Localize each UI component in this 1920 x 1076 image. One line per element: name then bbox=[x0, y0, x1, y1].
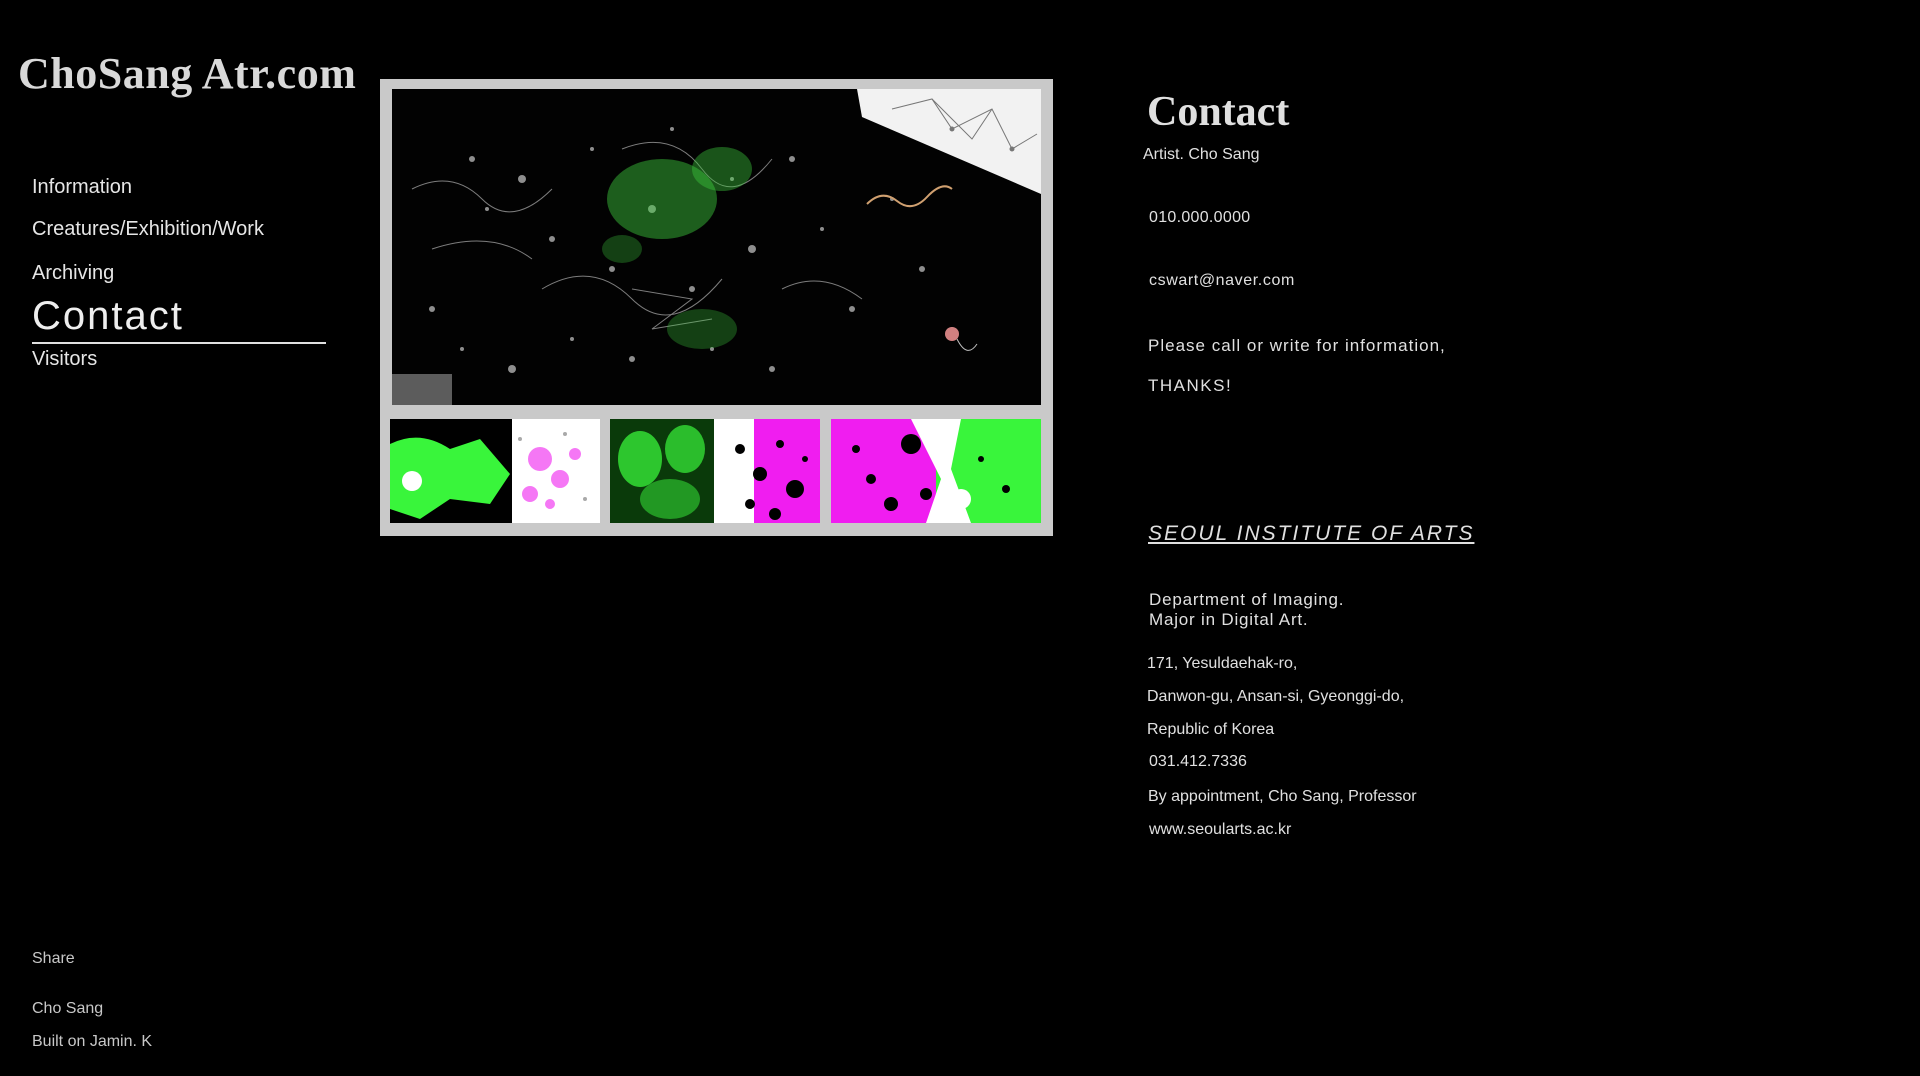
thumbnail-3[interactable] bbox=[831, 419, 1041, 523]
footer-credit-name: Cho Sang bbox=[32, 1000, 104, 1017]
appointment-text: By appointment, Cho Sang, Professor bbox=[1148, 788, 1417, 805]
major-text: Major in Digital Art. bbox=[1149, 610, 1309, 629]
share-link[interactable]: Share bbox=[32, 950, 75, 968]
site-title[interactable]: ChoSang Atr.com bbox=[18, 48, 356, 99]
nav-item-information[interactable]: Information bbox=[32, 175, 132, 199]
nav-item-creatures-exhibition-work[interactable]: Creatures/Exhibition/Work bbox=[32, 217, 264, 241]
page: ChoSang Atr.com Information Creatures/Ex… bbox=[0, 0, 1920, 1076]
department-text: Department of Imaging. bbox=[1149, 590, 1345, 609]
artwork-gallery bbox=[380, 79, 1053, 536]
footer-built-on: Built on Jamin. K bbox=[32, 1033, 153, 1050]
nav-item-archiving[interactable]: Archiving bbox=[32, 261, 114, 285]
nav-item-visitors[interactable]: Visitors bbox=[32, 347, 97, 371]
artist-name: Artist. Cho Sang bbox=[1143, 146, 1260, 163]
info-note: Please call or write for information, bbox=[1148, 336, 1446, 355]
email-link[interactable]: cswart@naver.com bbox=[1149, 272, 1295, 290]
thumbnail-3-graphic bbox=[831, 419, 1041, 523]
phone-number: 010.000.0000 bbox=[1149, 209, 1251, 226]
website-link[interactable]: www.seoularts.ac.kr bbox=[1149, 821, 1291, 839]
thumbnail-2[interactable] bbox=[610, 419, 820, 523]
thumbnail-2-graphic bbox=[610, 419, 820, 523]
main-artwork-image[interactable] bbox=[392, 89, 1041, 405]
thumbnail-1[interactable] bbox=[390, 419, 600, 523]
main-artwork-graphic bbox=[392, 89, 1041, 405]
address-line-2: Danwon-gu, Ansan-si, Gyeonggi-do, bbox=[1147, 688, 1405, 705]
address-line-1: 171, Yesuldaehak-ro, bbox=[1147, 655, 1298, 672]
address-line-3: Republic of Korea bbox=[1147, 721, 1275, 738]
institute-link[interactable]: SEOUL INSTITUTE OF ARTS bbox=[1148, 522, 1474, 546]
nav-item-contact[interactable]: Contact bbox=[32, 292, 326, 344]
thumbnail-1-graphic bbox=[390, 419, 600, 523]
institute-phone: 031.412.7336 bbox=[1149, 753, 1247, 770]
page-title: Contact bbox=[1147, 89, 1290, 135]
thanks-text: THANKS! bbox=[1148, 376, 1233, 395]
